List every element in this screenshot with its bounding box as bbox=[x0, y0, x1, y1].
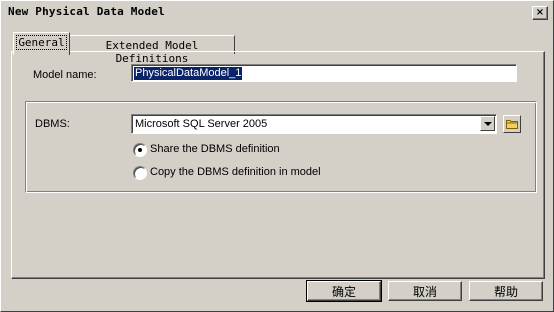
dbms-label: DBMS: bbox=[35, 118, 70, 130]
title-bar: New Physical Data Model × bbox=[2, 2, 552, 24]
cancel-button[interactable]: 取消 bbox=[388, 281, 462, 301]
model-name-value: PhysicalDataModel_1 bbox=[134, 67, 243, 80]
chevron-down-icon[interactable] bbox=[480, 116, 495, 131]
browse-dbms-button[interactable] bbox=[503, 115, 521, 133]
new-physical-data-model-dialog: New Physical Data Model × General Extend… bbox=[0, 0, 554, 312]
copy-dbms-label: Copy the DBMS definition in model bbox=[150, 166, 321, 178]
share-dbms-radio[interactable] bbox=[133, 143, 147, 157]
model-name-label: Model name: bbox=[33, 69, 97, 81]
window-title: New Physical Data Model bbox=[8, 5, 165, 18]
dbms-value: Microsoft SQL Server 2005 bbox=[135, 118, 268, 130]
ok-button[interactable]: 确定 bbox=[306, 280, 382, 302]
model-name-input[interactable]: PhysicalDataModel_1 bbox=[131, 64, 517, 82]
tab-general[interactable]: General bbox=[13, 32, 70, 55]
help-button[interactable]: 帮助 bbox=[469, 281, 543, 301]
close-button[interactable]: × bbox=[532, 6, 548, 20]
folder-icon bbox=[506, 120, 518, 129]
tab-general-label: General bbox=[16, 35, 67, 50]
close-icon: × bbox=[535, 7, 545, 18]
dbms-select[interactable]: Microsoft SQL Server 2005 bbox=[131, 114, 497, 134]
copy-dbms-radio[interactable] bbox=[133, 166, 147, 180]
share-dbms-label: Share the DBMS definition bbox=[150, 143, 280, 155]
